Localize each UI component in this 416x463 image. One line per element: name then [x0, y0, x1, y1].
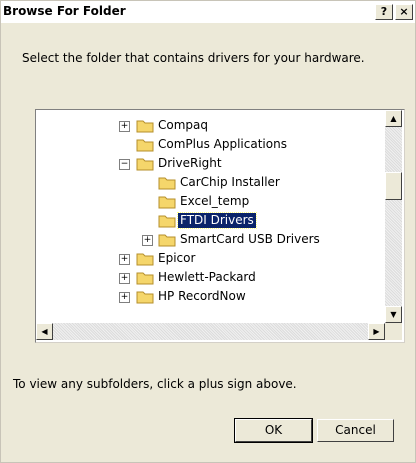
- tree-item-label: ComPlus Applications: [158, 137, 287, 151]
- expand-toggle[interactable]: +: [119, 121, 130, 132]
- scroll-up-button[interactable]: ▲: [385, 110, 402, 127]
- window-title: Browse For Folder: [3, 4, 126, 18]
- tree-item-hp-recordnow[interactable]: + HP RecordNow: [36, 287, 385, 307]
- tree-item-label: HP RecordNow: [158, 289, 246, 303]
- tree-item-label: SmartCard USB Drivers: [180, 232, 320, 246]
- tree-item-label: DriveRight: [158, 156, 222, 170]
- scrollbar-corner: [385, 323, 402, 340]
- expand-toggle[interactable]: +: [119, 292, 130, 303]
- folder-icon: [136, 253, 154, 266]
- expand-toggle[interactable]: +: [119, 273, 130, 284]
- open-folder-icon: [158, 215, 176, 228]
- scroll-down-button[interactable]: ▼: [385, 306, 402, 323]
- tree-item-label: Hewlett-Packard: [158, 270, 256, 284]
- title-bar[interactable]: Browse For Folder ? ×: [1, 1, 415, 23]
- folder-icon: [136, 272, 154, 285]
- folder-icon: [136, 120, 154, 133]
- tree-item-carchip-installer[interactable]: CarChip Installer: [36, 173, 385, 193]
- scroll-right-button[interactable]: ▶: [368, 323, 385, 340]
- folder-tree-list: + Compaq ComPlus Applications − DriveRig…: [36, 110, 385, 323]
- tree-item-ftdi-drivers[interactable]: FTDI Drivers: [36, 211, 385, 231]
- folder-icon: [136, 291, 154, 304]
- tree-item-hewlett-packard[interactable]: + Hewlett-Packard: [36, 268, 385, 288]
- scroll-left-button[interactable]: ◀: [36, 323, 53, 340]
- help-button[interactable]: ?: [375, 4, 393, 20]
- tree-item-epicor[interactable]: + Epicor: [36, 249, 385, 269]
- tree-item-label: Compaq: [158, 118, 208, 132]
- folder-icon: [158, 177, 176, 190]
- horizontal-scrollbar[interactable]: ◀ ▶: [36, 323, 385, 340]
- tree-item-label: Excel_temp: [180, 194, 250, 208]
- collapse-toggle[interactable]: −: [119, 159, 130, 170]
- vertical-scrollbar[interactable]: ▲ ▼: [385, 110, 402, 323]
- folder-icon: [136, 139, 154, 152]
- vertical-scroll-thumb[interactable]: [385, 172, 402, 200]
- tree-item-smartcard-usb-drivers[interactable]: + SmartCard USB Drivers: [36, 230, 385, 250]
- browse-for-folder-dialog: Browse For Folder ? × Select the folder …: [0, 0, 416, 463]
- folder-tree[interactable]: + Compaq ComPlus Applications − DriveRig…: [35, 109, 405, 343]
- tree-item-label: Epicor: [158, 251, 196, 265]
- expand-toggle[interactable]: +: [119, 254, 130, 265]
- tree-item-excel-temp[interactable]: Excel_temp: [36, 192, 385, 212]
- cancel-button[interactable]: Cancel: [317, 419, 394, 442]
- prompt-text: Select the folder that contains drivers …: [22, 51, 365, 65]
- hint-text: To view any subfolders, click a plus sig…: [13, 377, 297, 391]
- tree-item-driveright[interactable]: − DriveRight: [36, 154, 385, 174]
- folder-icon: [158, 234, 176, 247]
- tree-item-compaq[interactable]: + Compaq: [36, 116, 385, 136]
- close-button[interactable]: ×: [395, 4, 413, 20]
- ok-button[interactable]: OK: [234, 418, 313, 443]
- tree-item-label-selected: FTDI Drivers: [177, 212, 257, 229]
- folder-icon: [158, 196, 176, 209]
- tree-item-label: CarChip Installer: [180, 175, 280, 189]
- tree-item-complus-applications[interactable]: ComPlus Applications: [36, 135, 385, 155]
- expand-toggle[interactable]: +: [142, 235, 153, 246]
- open-folder-icon: [136, 158, 154, 171]
